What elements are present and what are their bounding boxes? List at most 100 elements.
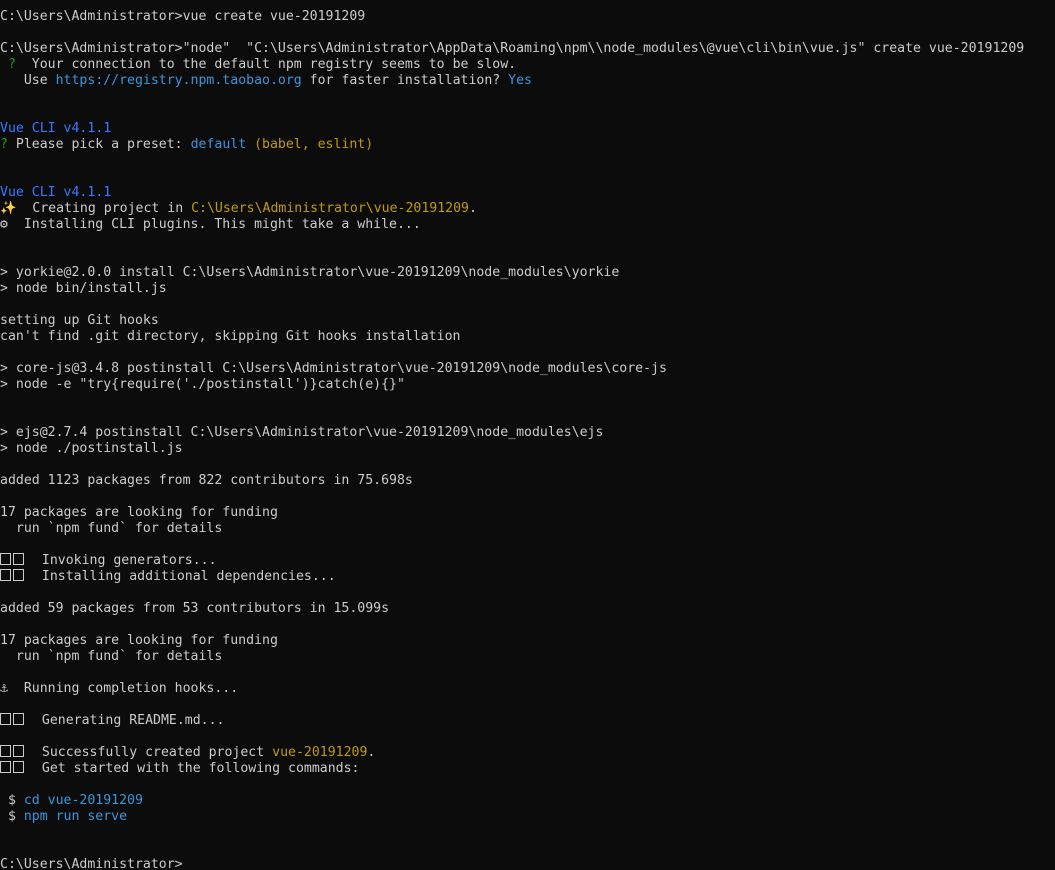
terminal-line: can't find .git directory, skipping Git … (0, 329, 1055, 345)
line-segment: setting up Git hooks (0, 313, 159, 328)
line-segment: C:\Users\Administrator>vue create vue-20… (0, 9, 366, 24)
unrendered-glyph-icon (0, 553, 26, 569)
terminal-line: > node bin/install.js (0, 281, 1055, 297)
unrendered-glyph-icon (0, 761, 26, 777)
line-segment: Please pick a preset: (7, 137, 191, 152)
line-segment: > node ./postinstall.js (0, 441, 183, 456)
line-segment: https://registry.npm.taobao.org (55, 73, 302, 88)
line-segment: Invoking generators... (26, 553, 217, 568)
terminal-line: Vue CLI v4.1.1 (0, 121, 1055, 137)
terminal-line: > core-js@3.4.8 postinstall C:\Users\Adm… (0, 361, 1055, 377)
line-segment: > node -e "try{require('./postinstall')}… (0, 377, 405, 392)
line-segment: ? (0, 137, 8, 152)
line-segment: ⚓ Running completion hooks... (0, 681, 239, 696)
line-segment: Get started with the following commands: (26, 761, 360, 776)
line-segment: added 1123 packages from 822 contributor… (0, 473, 413, 488)
terminal-line: run `npm fund` for details (0, 521, 1055, 537)
terminal-line: Get started with the following commands: (0, 761, 1055, 777)
unrendered-glyph-icon (0, 713, 26, 729)
line-segment: (babel, eslint) (246, 137, 374, 152)
line-segment: default (190, 137, 247, 152)
line-segment: Vue CLI v4.1.1 (0, 185, 112, 200)
line-segment: Vue CLI v4.1.1 (0, 121, 112, 136)
terminal-line: > yorkie@2.0.0 install C:\Users\Administ… (0, 265, 1055, 281)
unrendered-glyph-icon (0, 569, 26, 585)
terminal-line: added 59 packages from 53 contributors i… (0, 601, 1055, 617)
terminal-line: Use https://registry.npm.taobao.org for … (0, 73, 1055, 89)
line-segment: > node bin/install.js (0, 281, 167, 296)
line-segment: C:\Users\Administrator\vue-20191209 (191, 201, 469, 216)
terminal-line: > ejs@2.7.4 postinstall C:\Users\Adminis… (0, 425, 1055, 441)
line-segment: cd vue-20191209 (23, 793, 143, 808)
terminal-line: setting up Git hooks (0, 313, 1055, 329)
terminal-line: run `npm fund` for details (0, 649, 1055, 665)
terminal-line: $ npm run serve (0, 809, 1055, 825)
terminal-line: Installing additional dependencies... (0, 569, 1055, 585)
terminal-line: C:\Users\Administrator>"node" "C:\Users\… (0, 41, 1055, 57)
terminal-line: $ cd vue-20191209 (0, 793, 1055, 809)
line-segment: Installing additional dependencies... (26, 569, 336, 584)
terminal-line: 17 packages are looking for funding (0, 505, 1055, 521)
line-segment: $ (0, 793, 24, 808)
line-segment: Successfully created project (26, 745, 273, 760)
line-segment: Use (0, 73, 56, 88)
line-segment: > core-js@3.4.8 postinstall C:\Users\Adm… (0, 361, 667, 376)
line-segment: 17 packages are looking for funding (0, 633, 278, 648)
line-segment: can't find .git directory, skipping Git … (0, 329, 461, 344)
line-segment: > yorkie@2.0.0 install C:\Users\Administ… (0, 265, 620, 280)
line-segment: $ (0, 809, 24, 824)
line-segment: Your connection to the default npm regis… (15, 57, 517, 72)
line-segment: Yes (508, 73, 532, 88)
terminal-line: Invoking generators... (0, 553, 1055, 569)
line-segment: added 59 packages from 53 contributors i… (0, 601, 390, 616)
line-segment: . (367, 745, 376, 760)
line-segment: . (468, 201, 477, 216)
terminal-line: Generating README.md... (0, 713, 1055, 729)
line-segment: 17 packages are looking for funding (0, 505, 278, 520)
line-segment: C:\Users\Administrator> (0, 857, 183, 870)
terminal-line: C:\Users\Administrator> (0, 857, 1055, 870)
terminal-line: > node ./postinstall.js (0, 441, 1055, 457)
terminal-line: ? Please pick a preset: default (babel, … (0, 137, 1055, 153)
line-segment: ✨ Creating project in (0, 201, 192, 216)
line-segment: ? (0, 57, 16, 72)
terminal-line: ? Your connection to the default npm reg… (0, 57, 1055, 73)
terminal-line: Successfully created project vue-2019120… (0, 745, 1055, 761)
terminal-line: added 1123 packages from 822 contributor… (0, 473, 1055, 489)
line-segment: run `npm fund` for details (0, 521, 223, 536)
terminal-window[interactable]: C:\Users\Administrator>vue create vue-20… (0, 0, 1055, 870)
terminal-line: Vue CLI v4.1.1 (0, 185, 1055, 201)
terminal-line: > node -e "try{require('./postinstall')}… (0, 377, 1055, 393)
terminal-line: C:\Users\Administrator>vue create vue-20… (0, 9, 1055, 25)
line-segment: Generating README.md... (26, 713, 225, 728)
line-segment: npm run serve (23, 809, 128, 824)
line-segment: run `npm fund` for details (0, 649, 223, 664)
line-segment: vue-20191209 (272, 745, 368, 760)
terminal-line: ✨ Creating project in C:\Users\Administr… (0, 201, 1055, 217)
line-segment: > ejs@2.7.4 postinstall C:\Users\Adminis… (0, 425, 604, 440)
unrendered-glyph-icon (0, 745, 26, 761)
line-segment: for faster installation? (301, 73, 509, 88)
line-segment: C:\Users\Administrator>"node" "C:\Users\… (0, 41, 1025, 56)
